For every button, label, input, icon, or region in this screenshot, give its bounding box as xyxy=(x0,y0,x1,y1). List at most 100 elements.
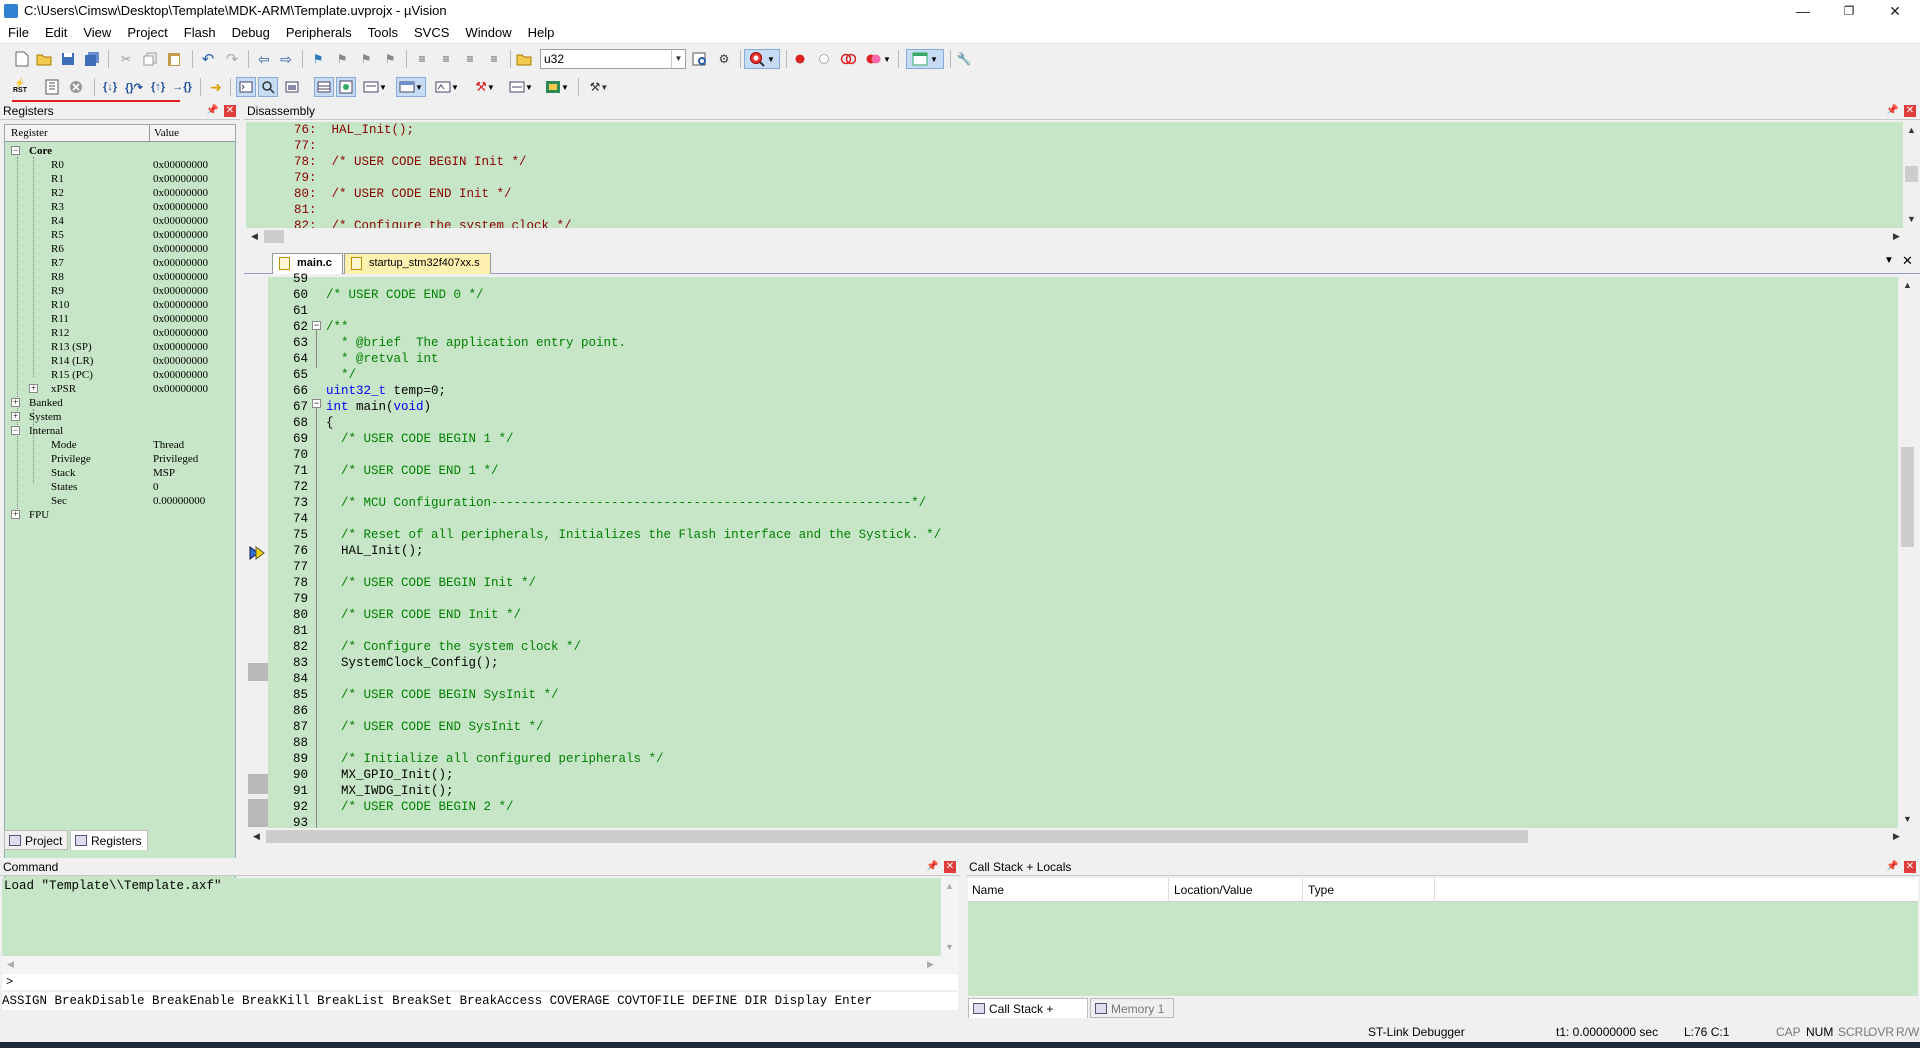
menu-edit[interactable]: Edit xyxy=(37,22,75,44)
column-name[interactable]: Name xyxy=(972,883,1004,897)
pin-icon[interactable]: 📌 xyxy=(206,105,218,117)
new-file-icon[interactable] xyxy=(12,49,32,69)
code-editor[interactable]: − − 59 60 /* USER CODE END 0 */ 61 62 /** 63 *… xyxy=(248,272,1898,830)
disassembly-window-icon[interactable] xyxy=(258,77,278,97)
register-row[interactable]: R7 0x00000000 xyxy=(5,256,235,270)
disassembly-horizontal-scrollbar[interactable]: ◀ ▶ xyxy=(246,228,1918,245)
scroll-left-icon[interactable]: ◀ xyxy=(2,956,19,973)
indent-icon[interactable]: ≡ xyxy=(412,49,432,69)
register-row[interactable]: R15 (PC) 0x00000000 xyxy=(5,368,235,382)
redo-icon[interactable]: ↷ xyxy=(222,49,242,69)
insert-bookmark-icon[interactable]: ⚑ xyxy=(308,49,328,69)
scroll-thumb[interactable] xyxy=(266,830,1528,843)
debug-session-toggle-button[interactable]: ▼ xyxy=(744,49,780,69)
open-folder-icon[interactable] xyxy=(34,49,54,69)
register-row[interactable]: R6 0x00000000 xyxy=(5,242,235,256)
memory-windows-icon[interactable]: ▼ xyxy=(396,77,426,97)
register-row[interactable]: R13 (SP) 0x00000000 xyxy=(5,340,235,354)
close-icon[interactable]: ✕ xyxy=(944,861,956,873)
uncomment-icon[interactable]: ≡ xyxy=(484,49,504,69)
close-icon[interactable]: ✕ xyxy=(1904,861,1916,873)
scroll-right-icon[interactable]: ▶ xyxy=(1888,228,1905,245)
fold-icon[interactable]: − xyxy=(312,399,321,408)
disassembly-view[interactable]: 76: HAL_Init(); 77: 78: /* USER CODE BEG… xyxy=(246,122,1918,228)
close-window-button[interactable]: ✕ xyxy=(1872,0,1918,22)
clear-bookmarks-icon[interactable]: ⚑ xyxy=(380,49,400,69)
close-icon[interactable]: ✕ xyxy=(1904,105,1916,117)
register-row[interactable]: Sec 0.00000000 xyxy=(5,494,235,508)
scroll-down-icon[interactable]: ▼ xyxy=(941,939,958,956)
undo-icon[interactable]: ↶ xyxy=(198,49,218,69)
register-row[interactable]: Stack MSP xyxy=(5,466,235,480)
menu-svcs[interactable]: SVCS xyxy=(406,22,457,44)
register-row[interactable]: R14 (LR) 0x00000000 xyxy=(5,354,235,368)
menu-project[interactable]: Project xyxy=(119,22,175,44)
tab-list-dropdown-icon[interactable]: ▼ xyxy=(1884,255,1894,266)
step-into-icon[interactable]: {↓} xyxy=(100,77,120,97)
collapse-icon[interactable]: − xyxy=(11,146,20,155)
run-to-cursor-icon[interactable]: →{} xyxy=(172,77,192,97)
incremental-find-icon[interactable]: ⚙ xyxy=(714,49,734,69)
register-row[interactable]: R0 0x00000000 xyxy=(5,158,235,172)
scroll-right-icon[interactable]: ▶ xyxy=(922,956,939,973)
command-window-icon[interactable] xyxy=(236,77,256,97)
save-all-icon[interactable] xyxy=(82,49,102,69)
tab-startup-file[interactable]: startup_stm32f407xx.s xyxy=(344,253,491,274)
unindent-icon[interactable]: ≡ xyxy=(436,49,456,69)
find-in-files-icon[interactable] xyxy=(514,49,534,69)
expand-icon[interactable]: + xyxy=(29,384,38,393)
register-row-xpsr[interactable]: + xPSR 0x00000000 xyxy=(5,382,235,396)
register-row[interactable]: States 0 xyxy=(5,480,235,494)
register-row[interactable]: R8 0x00000000 xyxy=(5,270,235,284)
menu-view[interactable]: View xyxy=(75,22,119,44)
restore-button[interactable]: ❐ xyxy=(1826,0,1872,22)
column-type[interactable]: Type xyxy=(1308,883,1334,897)
find-icon[interactable] xyxy=(690,49,710,69)
register-row[interactable]: R10 0x00000000 xyxy=(5,298,235,312)
register-group-internal[interactable]: − Internal xyxy=(5,424,235,438)
register-row[interactable]: Privilege Privileged xyxy=(5,452,235,466)
registers-window-icon[interactable] xyxy=(314,77,334,97)
configure-icon[interactable]: 🔧 xyxy=(954,49,974,69)
comment-icon[interactable]: ≡ xyxy=(460,49,480,69)
scroll-up-icon[interactable]: ▲ xyxy=(941,878,958,895)
insert-breakpoint-icon[interactable] xyxy=(790,49,810,69)
register-row[interactable]: R12 0x00000000 xyxy=(5,326,235,340)
scroll-thumb[interactable] xyxy=(264,230,284,243)
column-location-value[interactable]: Location/Value xyxy=(1174,883,1253,897)
expand-icon[interactable]: + xyxy=(11,398,20,407)
window-layout-button[interactable]: ▼ xyxy=(906,49,944,69)
previous-bookmark-icon[interactable]: ⚑ xyxy=(332,49,352,69)
expand-icon[interactable]: + xyxy=(11,510,20,519)
register-row[interactable]: R9 0x00000000 xyxy=(5,284,235,298)
close-editor-icon[interactable]: ✕ xyxy=(1902,253,1913,269)
register-group-system[interactable]: + System xyxy=(5,410,235,424)
tab-project[interactable]: Project xyxy=(4,830,68,850)
show-next-statement-icon[interactable]: ➜ xyxy=(206,77,226,97)
chevron-down-icon[interactable]: ▼ xyxy=(671,50,685,68)
register-row[interactable]: R5 0x00000000 xyxy=(5,228,235,242)
toolbox-icon[interactable]: ⚒ ▼ xyxy=(584,77,614,97)
tab-call-stack-locals[interactable]: Call Stack + Locals xyxy=(968,998,1088,1036)
column-value[interactable]: Value xyxy=(149,125,179,142)
register-group-core[interactable]: − Core xyxy=(5,144,235,158)
register-group-fpu[interactable]: + FPU xyxy=(5,508,235,522)
symbols-window-icon[interactable] xyxy=(282,77,302,97)
reset-cpu-icon[interactable]: ⚡ RST xyxy=(10,77,30,97)
scroll-left-icon[interactable]: ◀ xyxy=(246,228,263,245)
register-row[interactable]: R4 0x00000000 xyxy=(5,214,235,228)
menu-window[interactable]: Window xyxy=(457,22,519,44)
register-row[interactable]: R3 0x00000000 xyxy=(5,200,235,214)
pin-icon[interactable]: 📌 xyxy=(926,861,938,873)
scroll-right-icon[interactable]: ▶ xyxy=(1888,828,1905,845)
command-vertical-scrollbar[interactable]: ▲ ▼ xyxy=(941,878,958,956)
step-over-icon[interactable]: {}↷ xyxy=(124,77,144,97)
trace-windows-icon[interactable]: ▼ xyxy=(506,77,536,97)
pin-icon[interactable]: 📌 xyxy=(1886,105,1898,117)
pin-icon[interactable]: 📌 xyxy=(1886,861,1898,873)
collapse-icon[interactable]: − xyxy=(11,426,20,435)
call-stack-window-icon[interactable] xyxy=(336,77,356,97)
command-output[interactable]: Load "Template\\Template.axf" ▲ ▼ xyxy=(2,878,958,956)
next-bookmark-icon[interactable]: ⚑ xyxy=(356,49,376,69)
command-input[interactable]: > xyxy=(2,974,958,990)
